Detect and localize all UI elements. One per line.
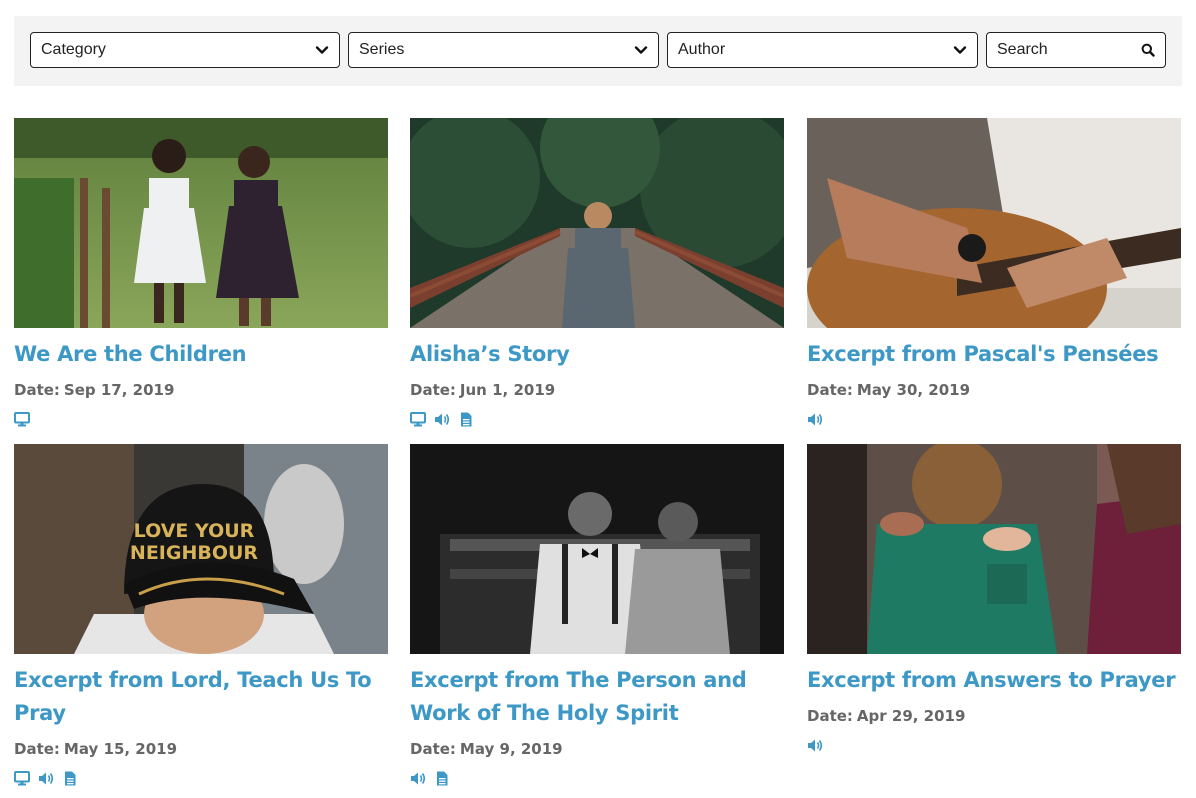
card-date: Date: May 9, 2019	[410, 740, 784, 758]
chevron-down-icon	[634, 46, 648, 54]
audio-icon[interactable]	[410, 771, 426, 786]
audio-icon[interactable]	[38, 771, 54, 786]
card-title[interactable]: Excerpt from The Person and Work of The …	[410, 664, 784, 730]
search-icon[interactable]	[1141, 43, 1155, 57]
resource-card: Excerpt from Pascal's Pensées Date: May 3…	[807, 118, 1181, 427]
video-icon[interactable]	[14, 770, 30, 786]
media-icons	[410, 770, 784, 786]
resource-card: Excerpt from The Person and Work of The …	[410, 444, 784, 786]
filter-bar: Category Series Author	[14, 16, 1182, 86]
card-thumbnail[interactable]	[14, 118, 388, 328]
media-icons	[410, 411, 784, 427]
resource-card: Excerpt from Answers to Prayer Date: Apr …	[807, 444, 1181, 753]
card-date: Date: May 15, 2019	[14, 740, 388, 758]
video-icon[interactable]	[410, 411, 426, 427]
card-thumbnail[interactable]	[410, 444, 784, 654]
author-select-label: Author	[678, 41, 726, 58]
date-label: Date:	[807, 707, 853, 725]
card-date: Date: May 30, 2019	[807, 381, 1181, 399]
author-select[interactable]: Author	[667, 32, 978, 68]
date-value: May 30, 2019	[856, 381, 971, 399]
date-label: Date:	[14, 381, 60, 399]
date-value: Jun 1, 2019	[459, 381, 556, 399]
cap-photo: LOVE YOUR NEIGHBOUR	[14, 444, 388, 654]
card-title[interactable]: We Are the Children	[14, 338, 388, 371]
media-icons	[14, 411, 388, 427]
card-title[interactable]: Excerpt from Answers to Prayer	[807, 664, 1181, 697]
audio-icon[interactable]	[434, 412, 450, 427]
card-title[interactable]: Excerpt from Lord, Teach Us To Pray	[14, 664, 388, 730]
date-value: May 15, 2019	[63, 740, 178, 758]
video-icon[interactable]	[14, 411, 30, 427]
series-select-label: Series	[359, 41, 405, 58]
bridge-photo	[410, 118, 784, 328]
guitar-photo	[807, 118, 1181, 328]
chevron-down-icon	[315, 46, 329, 54]
category-select-label: Category	[41, 41, 106, 58]
resource-card: Alisha’s Story Date: Jun 1, 2019	[410, 118, 784, 427]
media-icons	[807, 411, 1181, 427]
date-label: Date:	[807, 381, 853, 399]
bench-photo	[410, 444, 784, 654]
chevron-down-icon	[953, 46, 967, 54]
card-thumbnail[interactable]	[410, 118, 784, 328]
card-thumbnail[interactable]	[807, 118, 1181, 328]
date-label: Date:	[410, 381, 456, 399]
children-photo	[14, 118, 388, 328]
document-icon[interactable]	[62, 771, 78, 786]
card-date: Date: Sep 17, 2019	[14, 381, 388, 399]
card-title[interactable]: Excerpt from Pascal's Pensées	[807, 338, 1181, 371]
document-icon[interactable]	[458, 412, 474, 427]
card-thumbnail[interactable]: LOVE YOUR NEIGHBOUR	[14, 444, 388, 654]
media-icons	[14, 770, 388, 786]
cap-text: LOVE YOUR	[134, 520, 255, 542]
date-value: Apr 29, 2019	[856, 707, 966, 725]
date-value: May 9, 2019	[459, 740, 563, 758]
resource-card: LOVE YOUR NEIGHBOUR Excerpt from Lord, T…	[14, 444, 388, 786]
category-select[interactable]: Category	[30, 32, 340, 68]
date-label: Date:	[410, 740, 456, 758]
resource-card: We Are the Children Date: Sep 17, 2019	[14, 118, 388, 427]
card-thumbnail[interactable]	[807, 444, 1181, 654]
document-icon[interactable]	[434, 771, 450, 786]
date-value: Sep 17, 2019	[63, 381, 175, 399]
audio-icon[interactable]	[807, 738, 823, 753]
prayer-photo	[807, 444, 1181, 654]
series-select[interactable]: Series	[348, 32, 659, 68]
search-input[interactable]	[997, 41, 1141, 59]
audio-icon[interactable]	[807, 412, 823, 427]
media-icons	[807, 737, 1181, 753]
card-date: Date: Jun 1, 2019	[410, 381, 784, 399]
search-box	[986, 32, 1166, 68]
card-date: Date: Apr 29, 2019	[807, 707, 1181, 725]
card-title[interactable]: Alisha’s Story	[410, 338, 784, 371]
cap-text: NEIGHBOUR	[130, 542, 259, 564]
date-label: Date:	[14, 740, 60, 758]
